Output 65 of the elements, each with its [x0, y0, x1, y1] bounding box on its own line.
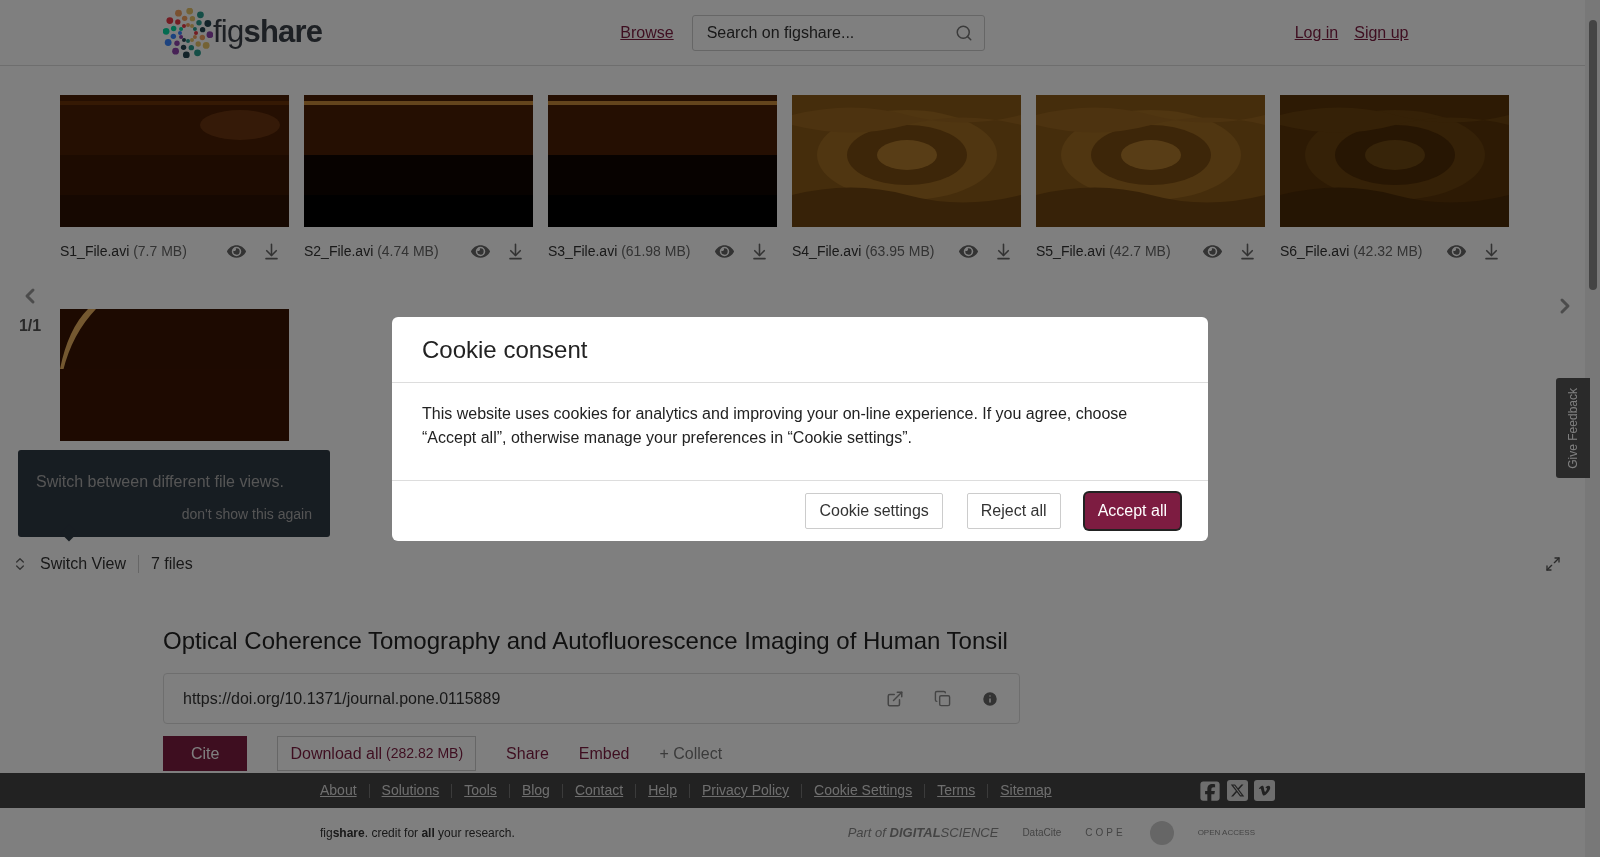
partner-logo[interactable]: Part of DIGITALSCIENCE — [847, 822, 999, 843]
switch-view-button[interactable]: Switch View — [40, 552, 138, 576]
footer-link[interactable]: Solutions — [381, 780, 440, 801]
search-field[interactable]: Search on figshare... — [691, 14, 985, 51]
cite-button[interactable]: Cite — [163, 736, 248, 771]
item-title: Optical Coherence Tomography and Autofluorescence Imaging of Human Tonsil — [163, 626, 1009, 656]
tooltip-text: Switch between different file views. — [36, 472, 285, 492]
footer-link[interactable]: About — [320, 780, 357, 801]
eye-icon[interactable] — [715, 242, 734, 261]
footer-link[interactable]: Blog — [521, 780, 550, 801]
copy-icon[interactable] — [934, 690, 951, 707]
logo-mark-icon — [163, 7, 213, 58]
footer-link[interactable]: Terms — [937, 780, 976, 801]
vimeo-icon[interactable] — [1254, 779, 1275, 801]
browse-link[interactable]: Browse — [620, 20, 674, 45]
scrollbar[interactable] — [1585, 0, 1600, 857]
download-all-button[interactable]: Download all (282.82 MB) — [277, 736, 477, 771]
eye-icon[interactable] — [471, 242, 490, 261]
action-link[interactable]: + Collect — [644, 736, 738, 771]
accept-button[interactable]: Accept all — [1084, 493, 1180, 529]
search-icon[interactable] — [954, 23, 973, 42]
eye-icon[interactable] — [1203, 242, 1222, 261]
footer-link[interactable]: Sitemap — [1000, 780, 1052, 801]
footer-link[interactable]: Tools — [464, 780, 497, 801]
dialog-message: This website uses cookies for analytics and improving your on-line experience. If you agree, choose “Accept all”, otherwise manage your preferences in “Cookie settings”. — [422, 404, 1129, 448]
file-name[interactable]: S5_File.avi (42.7 MB) — [1036, 241, 1171, 262]
give-feedback-tab[interactable]: Give Feedback — [1556, 378, 1590, 478]
download-icon[interactable] — [1238, 242, 1257, 261]
x-icon[interactable] — [1227, 779, 1248, 801]
dismiss-link[interactable]: don't show this again — [36, 504, 312, 525]
action-link[interactable]: Embed — [563, 736, 645, 771]
footer-link[interactable]: Privacy Policy — [701, 780, 790, 801]
external-link-icon[interactable] — [886, 689, 904, 708]
file-name[interactable]: S6_File.avi (42.32 MB) — [1280, 241, 1423, 262]
doi-link[interactable]: https://doi.org/10.1371/journal.pone.0115889 — [183, 686, 501, 711]
dialog-button[interactable]: Reject all — [966, 493, 1061, 529]
file-name[interactable]: S4_File.avi (63.95 MB) — [792, 241, 935, 262]
facebook-icon[interactable] — [1199, 779, 1221, 802]
file-name[interactable]: S3_File.avi (61.98 MB) — [548, 241, 691, 262]
footer-link[interactable]: Help — [648, 780, 677, 801]
eye-icon[interactable] — [227, 242, 246, 261]
download-icon[interactable] — [1482, 242, 1501, 261]
file-count: 7 files — [150, 554, 193, 574]
download-icon[interactable] — [262, 242, 281, 261]
action-link[interactable]: Share — [491, 736, 564, 771]
logo-wordmark[interactable]: figshare — [213, 9, 323, 56]
partner-logo[interactable]: COPE — [1085, 825, 1126, 840]
download-icon[interactable] — [506, 242, 525, 261]
eye-icon[interactable] — [1447, 242, 1466, 261]
download-icon[interactable] — [750, 242, 769, 261]
dialog-button[interactable]: Cookie settings — [805, 493, 943, 529]
dialog-title: Cookie consent — [422, 334, 588, 365]
footer-link[interactable]: Contact — [574, 780, 624, 801]
fullscreen-icon[interactable] — [1545, 556, 1561, 572]
signup-link[interactable]: Sign up — [1354, 20, 1409, 45]
file-name[interactable]: S1_File.avi (7.7 MB) — [60, 241, 187, 262]
footer-link[interactable]: Cookie Settings — [814, 780, 913, 801]
eye-icon[interactable] — [959, 242, 978, 261]
login-link[interactable]: Log in — [1294, 20, 1339, 45]
file-name[interactable]: S2_File.avi (4.74 MB) — [304, 241, 439, 262]
page-indicator: 1/1 — [18, 316, 42, 336]
download-icon[interactable] — [994, 242, 1013, 261]
info-icon[interactable] — [981, 689, 999, 708]
partner-logo[interactable]: DataCite — [1022, 825, 1062, 840]
footer-tagline: figshare. credit for all your research. — [320, 824, 515, 842]
